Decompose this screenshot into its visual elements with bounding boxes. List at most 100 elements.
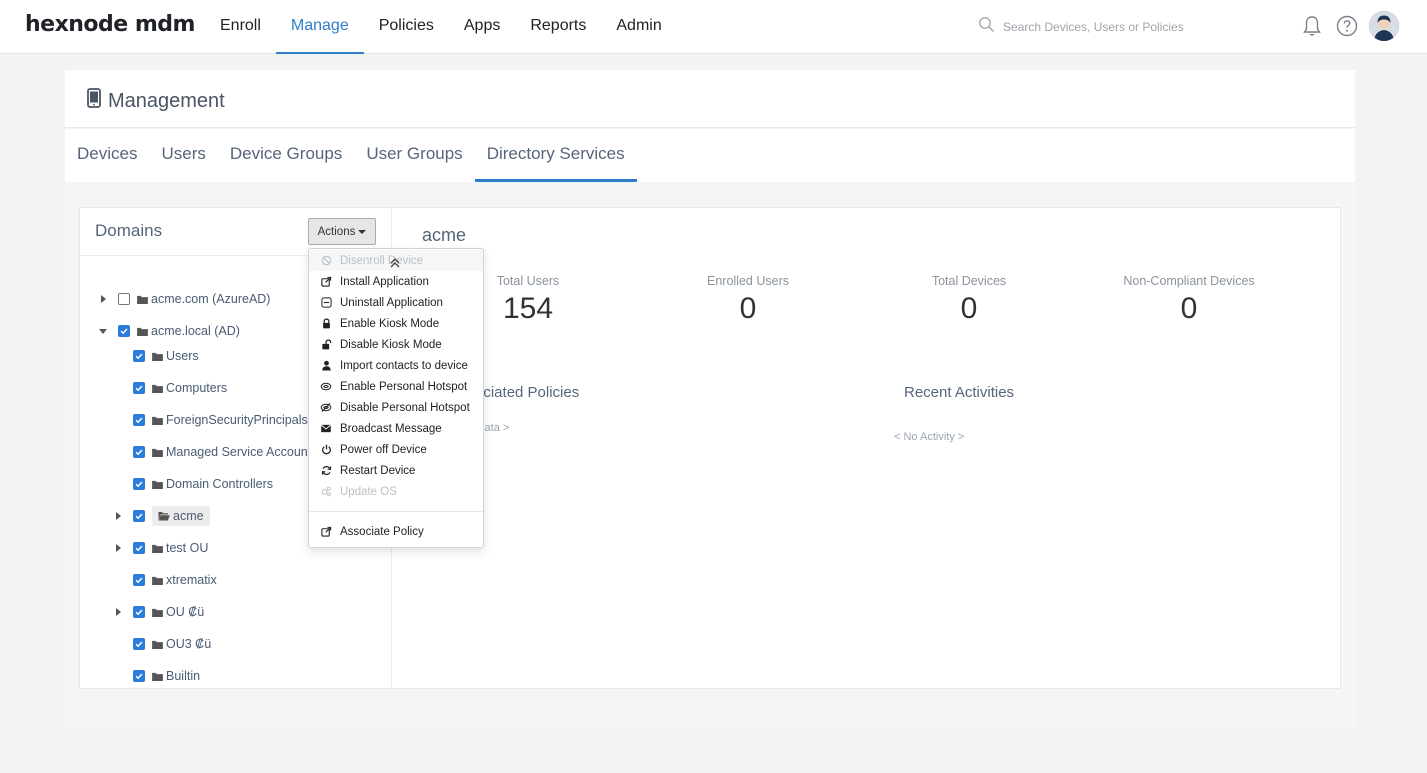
stat-value[interactable]: 0	[648, 292, 848, 326]
folder-icon	[152, 352, 163, 361]
tree-node-label-wrap[interactable]: Domain Controllers	[152, 477, 273, 491]
tree-node-label-wrap[interactable]: OU ₡ü	[152, 605, 204, 619]
folder-open-icon	[158, 511, 170, 521]
tree-node-label: acme	[173, 509, 204, 523]
tree-checkbox[interactable]	[133, 510, 145, 522]
nav-policies[interactable]: Policies	[364, 0, 449, 54]
caret-down-icon[interactable]	[98, 326, 108, 336]
tree-node-label-wrap[interactable]: acme.local (AD)	[137, 324, 240, 338]
menu-item-uninstall-application[interactable]: Uninstall Application	[309, 292, 483, 313]
tab-devices[interactable]: Devices	[65, 129, 149, 182]
nav-admin[interactable]: Admin	[601, 0, 676, 54]
caret-right-icon[interactable]	[113, 511, 123, 521]
menu-item-disable-kiosk-mode[interactable]: Disable Kiosk Mode	[309, 334, 483, 355]
tree-checkbox[interactable]	[118, 293, 130, 305]
stat-label: Non-Compliant Devices	[1123, 274, 1255, 288]
tree-node[interactable]: Users	[113, 346, 199, 366]
tree-node[interactable]: Domain Controllers	[113, 474, 273, 494]
tree-node-label-wrap[interactable]: OU3 ₡ü	[152, 637, 211, 651]
menu-item-associate-policy[interactable]: Associate Policy	[309, 521, 483, 542]
tree-node-label: xtrematix	[166, 573, 217, 587]
tree-checkbox[interactable]	[133, 606, 145, 618]
folder-icon	[152, 576, 163, 585]
tree-checkbox[interactable]	[133, 542, 145, 554]
menu-item-disable-personal-hotspot[interactable]: Disable Personal Hotspot	[309, 397, 483, 418]
menu-item-label: Power off Device	[340, 443, 427, 456]
tree-node-label-wrap[interactable]: Computers	[152, 381, 227, 395]
tab-device-groups[interactable]: Device Groups	[218, 129, 354, 182]
tree-checkbox[interactable]	[133, 478, 145, 490]
nav-manage[interactable]: Manage	[275, 0, 364, 54]
bell-icon[interactable]	[1300, 14, 1324, 38]
tree-node[interactable]: OU ₡ü	[113, 602, 204, 622]
tree-node-label-wrap[interactable]: Managed Service Accounts	[152, 445, 317, 459]
share-icon	[320, 526, 332, 538]
menu-item-import-contacts-to-device[interactable]: Import contacts to device	[309, 355, 483, 376]
nav-reports[interactable]: Reports	[515, 0, 601, 54]
caret-right-icon[interactable]	[113, 607, 123, 617]
user-avatar[interactable]	[1369, 11, 1399, 41]
tree-node[interactable]: acme.com (AzureAD)	[98, 289, 270, 309]
stat-value[interactable]: 0	[1089, 292, 1289, 326]
tree-checkbox[interactable]	[133, 670, 145, 682]
caret-down-icon	[358, 229, 367, 234]
tree-node-label-wrap[interactable]: acme	[152, 506, 210, 526]
folder-icon	[152, 384, 163, 393]
chevron-up-icon	[389, 256, 401, 274]
tree-node[interactable]: xtrematix	[113, 570, 217, 590]
menu-item-broadcast-message[interactable]: Broadcast Message	[309, 418, 483, 439]
directory-panel: Domains Actions acme.com (AzureAD) acme.l…	[79, 207, 1341, 689]
tree-checkbox[interactable]	[133, 638, 145, 650]
tree-checkbox[interactable]	[133, 350, 145, 362]
actions-button[interactable]: Actions	[308, 218, 376, 245]
menu-item-power-off-device[interactable]: Power off Device	[309, 439, 483, 460]
tree-node-label: acme.local (AD)	[151, 324, 240, 338]
tree-node-label-wrap[interactable]: Builtin	[152, 669, 200, 683]
tree-node-label: Computers	[166, 381, 228, 395]
search-input[interactable]	[1003, 20, 1233, 34]
tree-checkbox[interactable]	[133, 446, 145, 458]
tree-node[interactable]: acme	[113, 506, 210, 526]
tree-checkbox[interactable]	[133, 382, 145, 394]
tab-users[interactable]: Users	[149, 129, 217, 182]
tree-node-label-wrap[interactable]: acme.com (AzureAD)	[137, 292, 270, 306]
caret-right-icon[interactable]	[98, 294, 108, 304]
stat-value[interactable]: 0	[869, 292, 1069, 326]
page-title: Management	[87, 88, 225, 114]
menu-item-label: Uninstall Application	[340, 296, 443, 309]
tree-node-label-wrap[interactable]: xtrematix	[152, 573, 217, 587]
tree-node-label-wrap[interactable]: test OU	[152, 541, 208, 555]
power-icon	[320, 444, 332, 456]
tree-checkbox[interactable]	[133, 574, 145, 586]
caret-right-icon[interactable]	[113, 543, 123, 553]
tree-node[interactable]: acme.local (AD)	[98, 321, 240, 341]
help-icon[interactable]	[1335, 14, 1359, 38]
tree-node[interactable]: OU3 ₡ü	[113, 634, 211, 654]
tree-node[interactable]: test OU	[113, 538, 208, 558]
tree-node[interactable]: Computers	[113, 378, 227, 398]
tree-node[interactable]: ForeignSecurityPrincipals	[113, 410, 308, 430]
menu-item-restart-device[interactable]: Restart Device	[309, 460, 483, 481]
tab-user-groups[interactable]: User Groups	[354, 129, 474, 182]
folder-icon	[152, 640, 163, 649]
tree-checkbox[interactable]	[133, 414, 145, 426]
menu-item-label: Disenroll Device	[340, 254, 424, 267]
tree-node-label: OU ₡ü	[166, 605, 205, 619]
nav-enroll[interactable]: Enroll	[205, 0, 276, 54]
tree-checkbox[interactable]	[118, 325, 130, 337]
tree-node-label-wrap[interactable]: ForeignSecurityPrincipals	[152, 413, 308, 427]
tree-node-label: Domain Controllers	[166, 477, 273, 491]
menu-item-enable-kiosk-mode[interactable]: Enable Kiosk Mode	[309, 313, 483, 334]
tab-directory-services[interactable]: Directory Services	[474, 129, 637, 182]
folder-icon	[152, 480, 163, 489]
menu-item-install-application[interactable]: Install Application	[309, 271, 483, 292]
menu-item-label: Disable Personal Hotspot	[340, 401, 470, 414]
tree-node-label-wrap[interactable]: Users	[152, 349, 199, 363]
tree-node[interactable]: Builtin	[113, 666, 200, 686]
nav-apps[interactable]: Apps	[449, 0, 515, 54]
logo[interactable]: hexnode mdm	[25, 12, 195, 37]
menu-item-enable-personal-hotspot[interactable]: Enable Personal Hotspot	[309, 376, 483, 397]
tree-node[interactable]: Managed Service Accounts	[113, 442, 317, 462]
